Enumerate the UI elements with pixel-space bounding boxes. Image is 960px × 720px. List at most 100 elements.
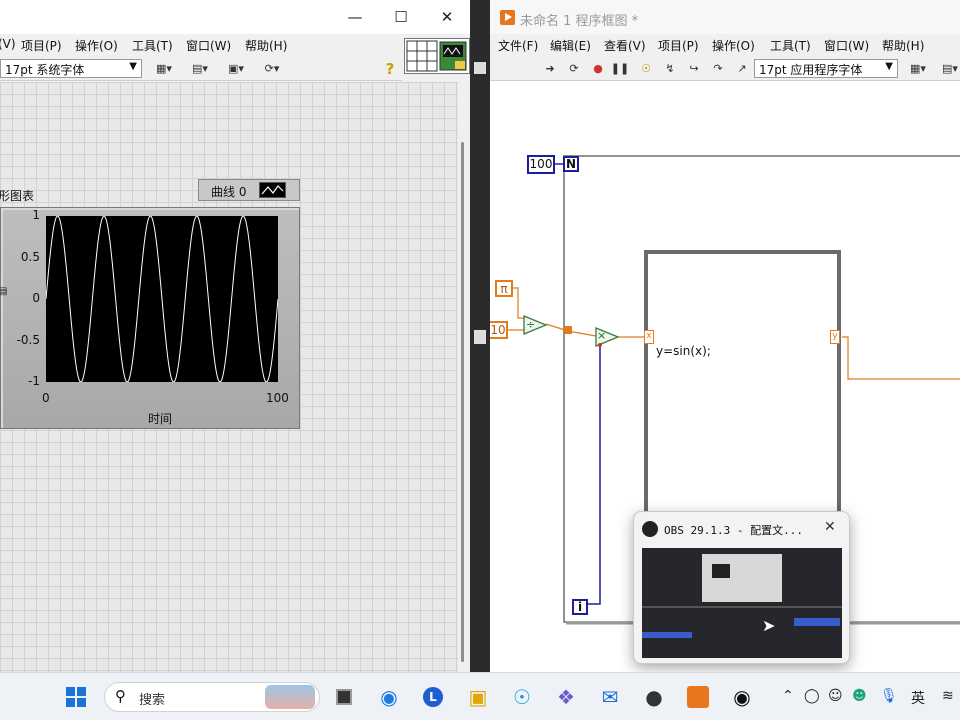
- sine-series-line: [46, 216, 278, 382]
- window-gap: [470, 0, 490, 672]
- qq-icon[interactable]: ☺: [828, 688, 843, 704]
- labview-taskbar-icon[interactable]: [686, 685, 710, 709]
- menu-help[interactable]: 帮助(H): [245, 37, 287, 54]
- obs-preview-thumbnail[interactable]: ➤: [642, 548, 842, 658]
- block-diagram-toolbar: ➜ ⟳ ● ❚❚ ☉ ↯ ↪ ↷ ↗ 17pt 应用程序字体 ▼ ▦▾ ▤▾: [490, 56, 960, 81]
- y-tick-label: 0: [32, 291, 40, 305]
- menu-project[interactable]: 项目(P): [658, 37, 699, 54]
- ten-constant[interactable]: 10: [490, 321, 508, 339]
- formula-input-x[interactable]: x: [644, 330, 654, 344]
- distribute-objects-icon[interactable]: ▤▾: [936, 60, 960, 77]
- multiply-glyph: ×: [597, 329, 607, 342]
- x-tick-label: 0: [42, 391, 50, 405]
- app-l-icon[interactable]: L: [421, 685, 445, 709]
- show-hidden-icons-icon[interactable]: ⌃: [782, 688, 794, 704]
- minimize-icon[interactable]: —: [332, 0, 378, 34]
- vi-icon-pane[interactable]: [404, 38, 470, 74]
- thumbnail-selection: [642, 632, 692, 638]
- edge-marker: [474, 62, 486, 74]
- input-method-indicator[interactable]: 英: [911, 688, 925, 708]
- font-select-value: 17pt 应用程序字体: [759, 63, 863, 77]
- menu-help[interactable]: 帮助(H): [882, 37, 924, 54]
- pause-icon[interactable]: ❚❚: [606, 60, 634, 77]
- obs-taskbar-preview[interactable]: OBS 29.1.3 - 配置文... ✕ ➤: [633, 511, 850, 664]
- formula-node-text[interactable]: y=sin(x);: [656, 344, 711, 358]
- iteration-wire[interactable]: [587, 344, 601, 605]
- front-panel-toolbar: 17pt 系统字体 ▼ ▦▾ ▤▾ ▣▾ ⟳▾ ?: [0, 56, 402, 81]
- distribute-objects-icon[interactable]: ▤▾: [186, 60, 214, 77]
- thumbnail-chart: [712, 564, 730, 578]
- tray-app-icon[interactable]: ◯: [804, 688, 820, 704]
- step-out-icon[interactable]: ↗: [728, 60, 756, 77]
- legend-plot-swatch[interactable]: [259, 182, 286, 198]
- loop-iteration-terminal[interactable]: i: [572, 599, 588, 615]
- y-tick-label: 0.5: [20, 249, 40, 264]
- microphone-icon[interactable]: 🎙: [880, 688, 898, 704]
- file-explorer-icon[interactable]: ▣: [466, 685, 490, 709]
- copilot-icon[interactable]: ❖: [554, 685, 578, 709]
- obs-taskbar-icon[interactable]: ◉: [730, 685, 754, 709]
- font-select[interactable]: 17pt 系统字体 ▼: [0, 59, 142, 78]
- menu-edit[interactable]: 编辑(E): [550, 37, 591, 54]
- edge-marker: [474, 330, 486, 344]
- menu-window[interactable]: 窗口(W): [824, 37, 869, 54]
- menu-operate[interactable]: 操作(O): [712, 37, 755, 54]
- menu-tools[interactable]: 工具(T): [132, 37, 173, 54]
- vertical-scrollbar[interactable]: [458, 82, 470, 672]
- pi-constant[interactable]: π: [495, 280, 513, 297]
- y-axis-label-glyph: ▤: [0, 286, 8, 297]
- coercion-dot: [598, 343, 602, 347]
- block-diagram-titlebar: 未命名 1 程序框图 *: [490, 0, 960, 34]
- mail-icon[interactable]: ✉: [598, 685, 622, 709]
- y-tick-label: -1: [28, 374, 40, 388]
- menu-view[interactable]: (V): [0, 37, 16, 51]
- labview-app-icon: [500, 10, 515, 25]
- plot-legend[interactable]: 曲线 0: [198, 179, 300, 201]
- taskbar-search[interactable]: ⚲ 搜索: [104, 682, 320, 712]
- wifi-icon[interactable]: ≋: [942, 688, 954, 704]
- close-icon[interactable]: ✕: [424, 0, 470, 34]
- graph-label: 形图表: [0, 189, 35, 203]
- front-panel-titlebar: — ☐ ✕: [0, 0, 470, 34]
- y-tick-label: 1: [32, 208, 40, 222]
- search-icon: ⚲: [115, 687, 126, 705]
- menu-project[interactable]: 项目(P): [21, 37, 62, 54]
- start-icon[interactable]: [64, 685, 88, 709]
- obs-preview-title: OBS 29.1.3 - 配置文...: [664, 524, 803, 537]
- thumbnail-divider: [642, 606, 842, 608]
- loop-count-terminal[interactable]: N: [563, 156, 579, 172]
- align-objects-icon[interactable]: ▦▾: [904, 60, 932, 77]
- menu-operate[interactable]: 操作(O): [75, 37, 118, 54]
- search-label: 搜索: [139, 693, 166, 708]
- resize-objects-icon[interactable]: ▣▾: [222, 60, 250, 77]
- align-objects-icon[interactable]: ▦▾: [150, 60, 178, 77]
- font-select[interactable]: 17pt 应用程序字体 ▼: [754, 59, 898, 78]
- edge-browser-icon[interactable]: ◉: [377, 685, 401, 709]
- menu-tools[interactable]: 工具(T): [770, 37, 811, 54]
- menu-view[interactable]: 查看(V): [604, 37, 646, 54]
- loop-count-constant[interactable]: 100: [527, 155, 555, 174]
- window-title: 未命名 1 程序框图 *: [520, 14, 639, 29]
- wechat-icon[interactable]: ☻: [852, 688, 867, 704]
- plot-svg: [46, 216, 278, 382]
- ie-browser-icon[interactable]: ☉: [510, 685, 534, 709]
- plot-area[interactable]: [46, 216, 278, 382]
- scrollbar-thumb[interactable]: [461, 142, 464, 662]
- maximize-icon[interactable]: ☐: [378, 0, 424, 34]
- close-icon[interactable]: ✕: [824, 519, 836, 535]
- font-select-value: 17pt 系统字体: [5, 63, 85, 77]
- formula-node-frame[interactable]: [644, 250, 841, 554]
- windows-taskbar: ⚲ 搜索 ◉ L ▣ ☉ ❖ ✉ ● ◉ ⌃ ◯ ☺ ☻ 🎙 英 ≋: [0, 672, 960, 720]
- globe-app-icon[interactable]: ●: [642, 685, 666, 709]
- obs-logo-icon: [642, 521, 658, 537]
- menu-file[interactable]: 文件(F): [498, 37, 538, 54]
- loop-input-tunnel[interactable]: [564, 326, 572, 334]
- formula-output-y[interactable]: y: [830, 330, 840, 344]
- x-tick-label: 100: [266, 391, 289, 405]
- y-output-wire[interactable]: [842, 336, 960, 380]
- task-view-icon[interactable]: [332, 685, 356, 709]
- menu-window[interactable]: 窗口(W): [186, 37, 231, 54]
- legend-plot-name: 曲线 0: [211, 185, 247, 199]
- reorder-icon[interactable]: ⟳▾: [258, 60, 286, 77]
- help-icon[interactable]: ?: [376, 60, 404, 78]
